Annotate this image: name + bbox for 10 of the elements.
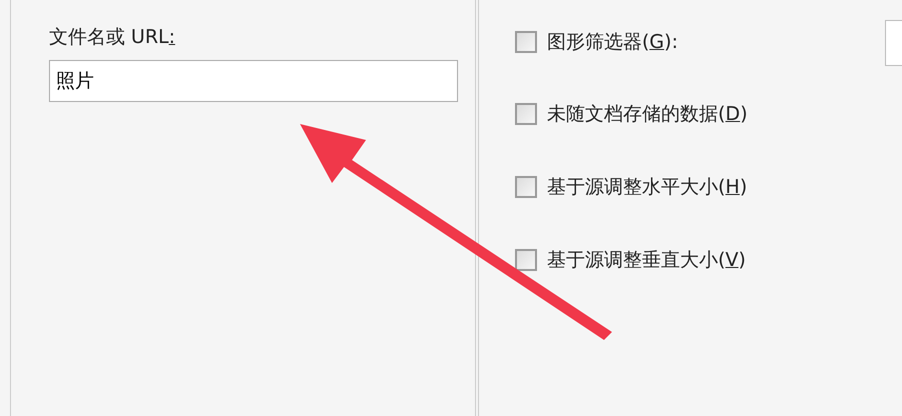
checkbox[interactable] [515,249,537,272]
file-name-field[interactable]: 照片 [49,60,458,102]
checkbox-label: 图形筛选器(G): [547,30,678,55]
checkbox[interactable] [515,103,537,126]
checkbox-label: 未随文档存储的数据(D) [547,102,748,127]
checkbox[interactable] [515,176,537,198]
field-label: 文件名或 URL: [49,26,176,49]
checkbox[interactable] [515,31,537,54]
checkbox-label: 基于源调整水平大小(H) [547,175,748,200]
checkbox-label: 基于源调整垂直大小(V) [547,248,746,273]
